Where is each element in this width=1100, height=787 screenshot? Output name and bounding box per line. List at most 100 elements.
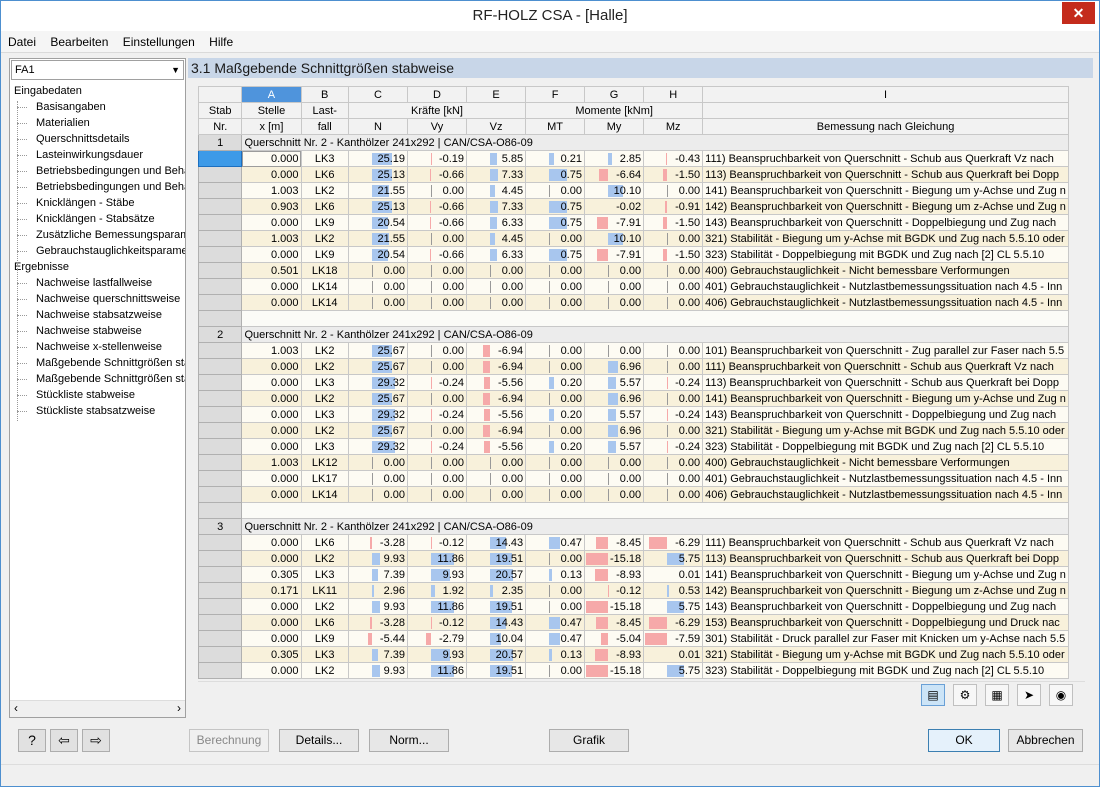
stelle-cell[interactable]: 0.000 [241, 438, 302, 455]
value-cell[interactable]: 11.86 [406, 550, 468, 567]
value-cell[interactable]: -0.24 [406, 438, 468, 455]
value-cell[interactable]: 0.00 [347, 262, 409, 279]
tree-item[interactable]: Betriebsbedingungen und Beha [10, 179, 185, 195]
menu-bearbeiten[interactable]: Bearbeiten [46, 31, 112, 53]
bemessung-cell[interactable]: 406) Gebrauchstauglichkeit - Nutzlastbem… [702, 486, 1069, 503]
bemessung-cell[interactable]: 101) Beanspruchbarkeit von Querschnitt -… [702, 342, 1069, 359]
row-header[interactable] [198, 342, 243, 359]
norm-button[interactable]: Norm... [369, 729, 449, 752]
value-cell[interactable]: -0.24 [406, 406, 468, 423]
row-header[interactable] [198, 582, 243, 599]
value-cell[interactable]: 5.75 [643, 598, 704, 615]
bemessung-cell[interactable]: 142) Beanspruchbarkeit von Querschnitt -… [702, 582, 1069, 599]
row-header[interactable] [198, 630, 243, 647]
value-cell[interactable]: 0.00 [347, 294, 409, 311]
value-cell[interactable]: -6.94 [466, 390, 527, 407]
value-cell[interactable]: 0.00 [525, 278, 585, 295]
stelle-cell[interactable]: 1.003 [241, 342, 302, 359]
value-cell[interactable]: 9.93 [347, 598, 409, 615]
value-cell[interactable]: -5.56 [466, 406, 527, 423]
stelle-cell[interactable]: 0.000 [241, 422, 302, 439]
value-cell[interactable]: 0.00 [466, 454, 527, 471]
value-cell[interactable]: -7.91 [583, 246, 645, 263]
row-header[interactable] [198, 502, 243, 519]
lastfall-cell[interactable]: LK12 [300, 454, 349, 471]
col-letter-h[interactable]: H [643, 86, 704, 103]
value-cell[interactable]: 6.33 [466, 214, 527, 231]
bemessung-cell[interactable]: 321) Stabilität - Biegung um y-Achse mit… [702, 230, 1069, 247]
row-header[interactable] [198, 182, 243, 199]
value-cell[interactable]: 0.00 [466, 294, 527, 311]
col-letter-g[interactable]: G [583, 86, 645, 103]
value-cell[interactable]: 0.00 [466, 278, 527, 295]
col-letter-d[interactable]: D [406, 86, 468, 103]
value-cell[interactable]: -0.12 [406, 614, 468, 631]
stab-number[interactable]: 3 [198, 518, 243, 535]
value-cell[interactable]: -1.50 [643, 214, 704, 231]
tree-item[interactable]: Nachweise lastfallweise [10, 275, 185, 291]
tree-item[interactable]: Basisangaben [10, 99, 185, 115]
value-cell[interactable]: 0.00 [643, 358, 704, 375]
value-cell[interactable]: 9.93 [406, 646, 468, 663]
value-cell[interactable]: -0.19 [406, 150, 468, 167]
abbrechen-button[interactable]: Abbrechen [1008, 729, 1083, 752]
value-cell[interactable]: -8.45 [583, 614, 645, 631]
value-cell[interactable]: 0.00 [643, 390, 704, 407]
value-cell[interactable]: 0.00 [406, 262, 468, 279]
lastfall-cell[interactable]: LK2 [300, 598, 349, 615]
lastfall-cell[interactable]: LK3 [300, 438, 349, 455]
value-cell[interactable]: -15.18 [583, 598, 645, 615]
value-cell[interactable]: 0.00 [525, 422, 585, 439]
value-cell[interactable]: 6.96 [583, 422, 645, 439]
bemessung-cell[interactable]: 301) Stabilität - Druck parallel zur Fas… [702, 630, 1069, 647]
value-cell[interactable]: -0.43 [643, 150, 704, 167]
value-cell[interactable]: -0.24 [643, 406, 704, 423]
value-cell[interactable]: 2.85 [583, 150, 645, 167]
lastfall-cell[interactable]: LK11 [300, 582, 349, 599]
value-cell[interactable]: 14.43 [466, 614, 527, 631]
stelle-cell[interactable]: 0.000 [241, 214, 302, 231]
lastfall-cell[interactable]: LK17 [300, 470, 349, 487]
value-cell[interactable]: 0.00 [643, 486, 704, 503]
value-cell[interactable]: 0.00 [525, 262, 585, 279]
stelle-cell[interactable]: 0.171 [241, 582, 302, 599]
tree-item[interactable]: Stückliste stabsatzweise [10, 403, 185, 419]
value-cell[interactable]: 25.13 [347, 198, 409, 215]
lastfall-cell[interactable]: LK3 [300, 150, 349, 167]
value-cell[interactable]: 0.00 [406, 358, 468, 375]
value-cell[interactable]: 0.00 [583, 486, 645, 503]
value-cell[interactable]: -6.29 [643, 534, 704, 551]
value-cell[interactable]: 0.75 [525, 166, 585, 183]
value-cell[interactable]: 6.96 [583, 358, 645, 375]
stelle-cell[interactable]: 0.305 [241, 646, 302, 663]
row-header[interactable] [198, 534, 243, 551]
lastfall-cell[interactable]: LK3 [300, 406, 349, 423]
pointer-icon[interactable]: ➤ [1017, 684, 1041, 706]
stelle-cell[interactable]: 0.000 [241, 294, 302, 311]
row-header[interactable] [198, 278, 243, 295]
value-cell[interactable]: 0.53 [643, 582, 704, 599]
stelle-cell[interactable]: 0.000 [241, 486, 302, 503]
value-cell[interactable]: 6.33 [466, 246, 527, 263]
bemessung-cell[interactable]: 143) Beanspruchbarkeit von Querschnitt -… [702, 406, 1069, 423]
value-cell[interactable]: 0.21 [525, 150, 585, 167]
bemessung-cell[interactable]: 400) Gebrauchstauglichkeit - Nicht bemes… [702, 262, 1069, 279]
stelle-cell[interactable]: 0.000 [241, 406, 302, 423]
value-cell[interactable]: 0.00 [583, 470, 645, 487]
value-cell[interactable]: 0.00 [406, 230, 468, 247]
bemessung-cell[interactable]: 323) Stabilität - Doppelbiegung mit BGDK… [702, 438, 1069, 455]
value-cell[interactable]: -6.94 [466, 342, 527, 359]
value-cell[interactable]: 29.32 [347, 438, 409, 455]
value-cell[interactable]: 0.13 [525, 646, 585, 663]
row-header[interactable] [198, 262, 243, 279]
tree-item[interactable]: Materialien [10, 115, 185, 131]
value-cell[interactable]: 0.75 [525, 246, 585, 263]
value-cell[interactable]: 9.93 [406, 566, 468, 583]
value-cell[interactable]: 1.92 [406, 582, 468, 599]
value-cell[interactable]: -0.12 [583, 582, 645, 599]
value-cell[interactable]: 0.00 [525, 486, 585, 503]
value-cell[interactable]: 7.33 [466, 198, 527, 215]
stelle-cell[interactable]: 0.000 [241, 390, 302, 407]
stelle-cell[interactable]: 0.501 [241, 262, 302, 279]
value-cell[interactable]: 0.00 [525, 294, 585, 311]
